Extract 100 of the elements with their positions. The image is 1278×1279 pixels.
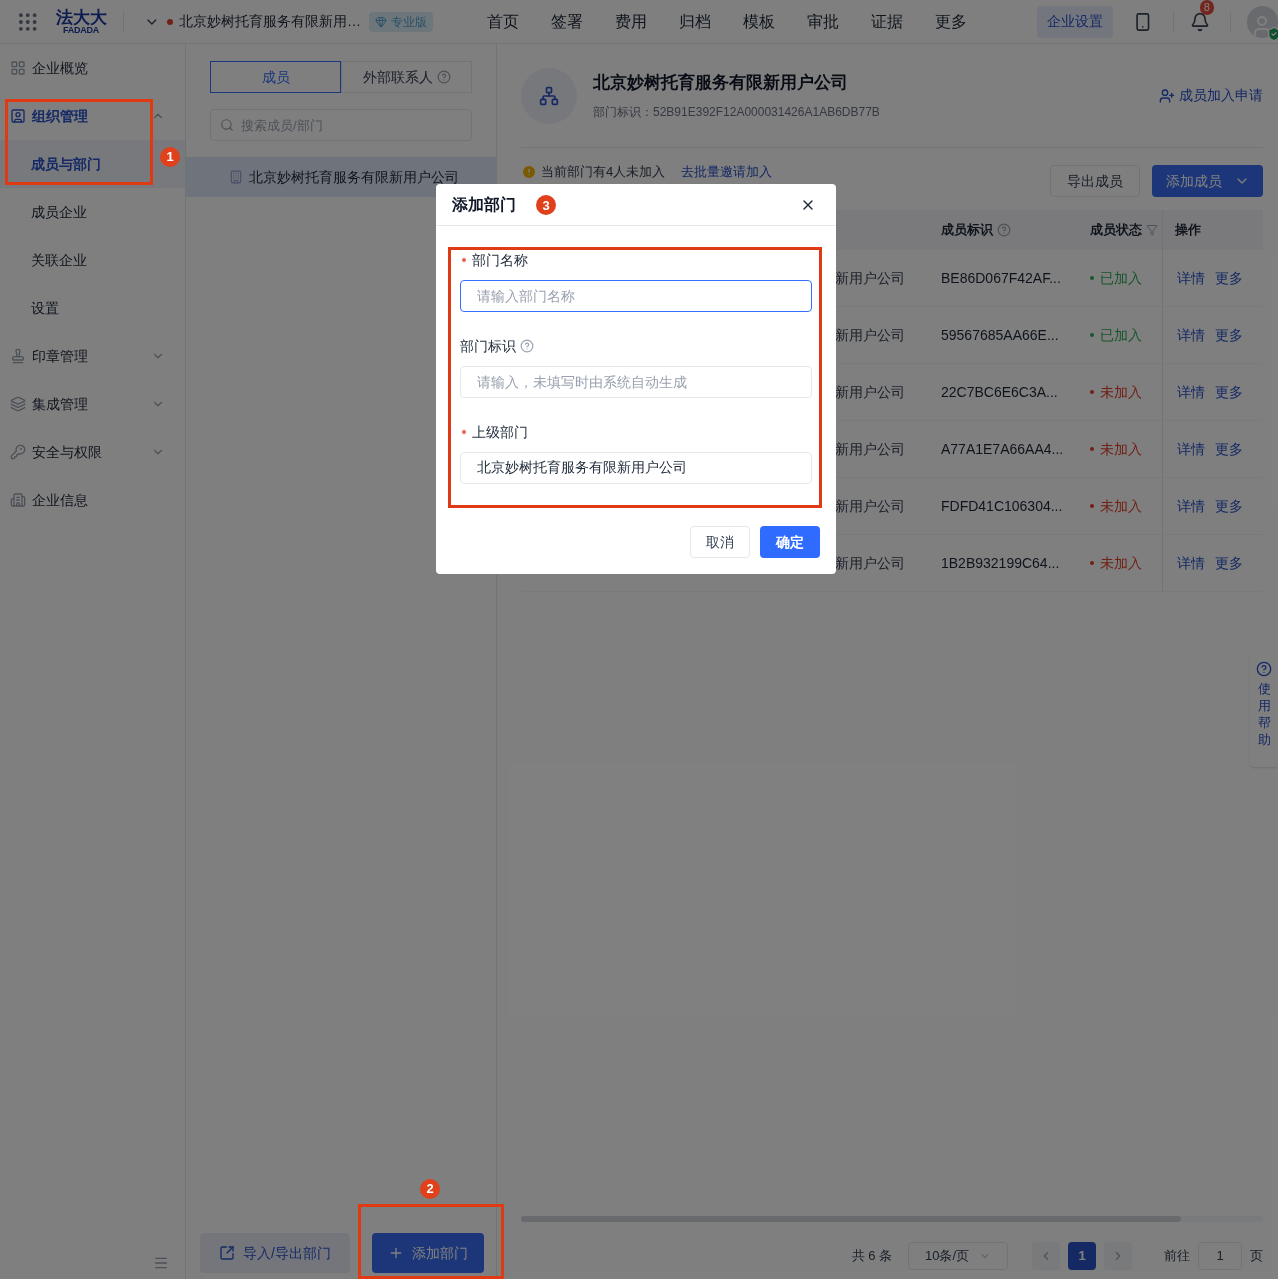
table-cell-text: 新用户公司 (835, 553, 906, 573)
bell-icon[interactable] (1189, 11, 1210, 32)
confirm-button[interactable]: 确定 (760, 526, 820, 558)
logo[interactable]: 法大大 FADADA (55, 8, 107, 35)
join-requests-link[interactable]: 成员加入申请 (1159, 85, 1263, 106)
help-icon[interactable] (436, 70, 451, 84)
action-link[interactable]: 详情 (1177, 324, 1205, 346)
help-icon (1256, 661, 1272, 677)
stamp-icon (10, 348, 26, 364)
status-label: 未加入 (1080, 552, 1162, 574)
export-members-button[interactable]: 导出成员 (1050, 165, 1140, 197)
grid-icon (10, 60, 26, 76)
external-link-icon (219, 1245, 236, 1261)
goto-label: 前往 (1164, 1247, 1190, 1266)
status-label: 未加入 (1080, 495, 1162, 517)
batch-invite-link[interactable]: 去批量邀请加入 (681, 164, 773, 180)
sidebar-item[interactable]: 企业信息 (0, 476, 185, 524)
sidebar-item[interactable]: 企业概览 (0, 44, 185, 92)
status-label: 未加入 (1080, 381, 1162, 403)
goto-page-field[interactable]: 1 (1198, 1242, 1242, 1270)
action-link[interactable]: 更多 (1215, 381, 1243, 403)
avatar[interactable] (1246, 5, 1278, 38)
action-link[interactable]: 更多 (1215, 495, 1243, 517)
action-link[interactable]: 详情 (1177, 267, 1205, 289)
gem-icon (375, 15, 388, 28)
tab[interactable]: 外部联系人 (341, 61, 472, 93)
goto-suffix: 页 (1250, 1247, 1263, 1266)
company-name[interactable]: 北京妙树托育服务有限新用… (179, 11, 362, 32)
nav-link[interactable]: 费用 (599, 9, 664, 34)
layers-icon (10, 396, 26, 412)
collapse-menu-icon[interactable] (153, 1255, 169, 1271)
table-cell-text: FDFD41C106304... (940, 496, 1064, 516)
status-label: 未加入 (1080, 438, 1162, 460)
sidebar-item[interactable]: 集成管理 (0, 380, 185, 428)
filter-icon[interactable] (1146, 224, 1158, 236)
help-icon[interactable] (997, 223, 1011, 237)
nav-link[interactable]: 归档 (663, 9, 728, 34)
nav-link[interactable]: 模板 (727, 9, 792, 34)
sidebar-item[interactable]: 组织管理 (0, 92, 185, 140)
nav-link[interactable]: 签署 (535, 9, 600, 34)
action-link[interactable]: 更多 (1215, 552, 1243, 574)
required-icon (460, 256, 468, 264)
action-link[interactable]: 详情 (1177, 438, 1205, 460)
action-link[interactable]: 更多 (1215, 267, 1243, 289)
column-header: 成员状态 (1080, 220, 1162, 240)
sidebar-subitem[interactable]: 设置 (0, 284, 185, 332)
table-cell-text: 新用户公司 (835, 382, 906, 402)
search-icon (220, 118, 234, 132)
department-title: 北京妙树托育服务有限新用户公司 (593, 71, 849, 94)
contact-card-icon (10, 108, 26, 124)
field-label[interactable]: 部门名称 (460, 249, 528, 271)
table-cell-text: 新用户公司 (835, 268, 906, 288)
sidebar-item[interactable]: 印章管理 (0, 332, 185, 380)
table-cell-text: A77A1E7A66AA4... (940, 439, 1065, 459)
input-field[interactable]: 北京妙树托育服务有限新用户公司 (460, 452, 812, 484)
table-cell-text: 59567685AA66E... (940, 325, 1060, 345)
action-link[interactable]: 详情 (1177, 495, 1205, 517)
settings-button[interactable]: 企业设置 (1037, 5, 1114, 38)
column-header: 成员标识 (925, 220, 1080, 240)
column-header: 操作 (1162, 210, 1263, 250)
key-icon (10, 444, 26, 460)
table-cell-text: 新用户公司 (835, 325, 906, 345)
table-cell-text: BE86D067F42AF... (940, 268, 1062, 288)
total-count: 共 6 条 (851, 1247, 892, 1266)
page-size-select[interactable]: 10条/页 (908, 1242, 1008, 1270)
import-export-button[interactable]: 导入/导出部门 (200, 1233, 350, 1273)
nav-link[interactable]: 首页 (471, 9, 536, 34)
table-cell-text: 1B2B932199C64... (940, 553, 1061, 573)
add-department-button[interactable]: 添加部门 (372, 1233, 484, 1273)
field-label[interactable]: 部门标识 (460, 335, 534, 357)
sidebar-subitem[interactable]: 成员企业 (0, 188, 185, 236)
add-member-button[interactable]: 添加成员 (1152, 165, 1263, 197)
action-link[interactable]: 更多 (1215, 324, 1243, 346)
status-label: 已加入 (1080, 267, 1162, 289)
help-icon[interactable] (520, 339, 534, 353)
sidebar-item[interactable]: 安全与权限 (0, 428, 185, 476)
nav-link[interactable]: 更多 (919, 9, 984, 34)
user-plus-icon (1159, 87, 1175, 104)
action-link[interactable]: 详情 (1177, 552, 1205, 574)
tree-item[interactable]: 北京妙树托育服务有限新用户公司 (186, 157, 496, 197)
action-link[interactable]: 更多 (1215, 438, 1243, 460)
dialog-title: 添加部门 (452, 194, 516, 215)
tab[interactable]: 成员 (210, 61, 341, 93)
annotation-badge: 3 (536, 195, 556, 216)
table-cell-text: 新用户公司 (835, 439, 906, 459)
building-icon (229, 170, 243, 184)
sidebar-subitem[interactable]: 关联企业 (0, 236, 185, 284)
edition-tag: 专业版 (369, 11, 434, 32)
action-link[interactable]: 详情 (1177, 381, 1205, 403)
nav-link[interactable]: 证据 (855, 9, 920, 34)
table-cell-text: 新用户公司 (835, 496, 906, 516)
department-id: 部门标识：52B91E392F12A000031426A1AB6DB77B (593, 104, 881, 122)
required-icon (460, 428, 468, 436)
notice-text: 当前部门有4人未加入 (541, 164, 666, 180)
field-label[interactable]: 上级部门 (460, 421, 528, 443)
nav-link[interactable]: 审批 (791, 9, 856, 34)
input-field[interactable]: 请输入部门名称 (460, 280, 812, 312)
cancel-button[interactable]: 取消 (690, 526, 750, 558)
notification-badge: 8 (1199, 0, 1214, 15)
page-button[interactable]: 1 (1068, 1242, 1096, 1270)
